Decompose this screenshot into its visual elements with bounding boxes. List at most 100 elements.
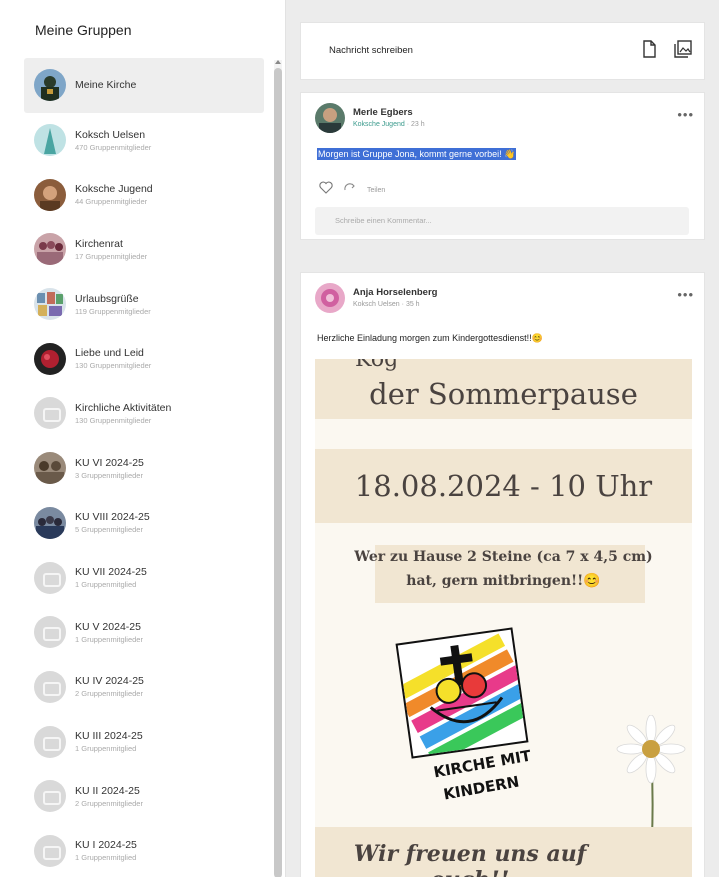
- group-avatar: [34, 178, 66, 211]
- post-author[interactable]: Merle Egbers: [353, 107, 413, 118]
- post-author[interactable]: Anja Horselenberg: [353, 287, 437, 298]
- compose-label[interactable]: Nachricht schreiben: [329, 45, 413, 56]
- group-name: Kirchenrat: [75, 237, 123, 250]
- group-name: Koksch Uelsen: [75, 128, 146, 141]
- poster-headline: der Sommerpause: [369, 377, 638, 411]
- group-item-ku-vii[interactable]: KU VII 2024-25 1 Gruppenmitglied: [24, 550, 264, 605]
- share-label[interactable]: Teilen: [367, 187, 385, 194]
- group-item-ku-vi[interactable]: KU VI 2024-25 3 Gruppenmitglieder: [24, 441, 264, 496]
- group-name: Meine Kirche: [75, 79, 137, 92]
- poster-top-text: Kog: [355, 359, 399, 372]
- scrollbar-thumb[interactable]: [274, 68, 282, 877]
- group-item-liebe-und-leid[interactable]: Liebe und Leid 130 Gruppenmitglieder: [24, 331, 264, 386]
- group-placeholder-icon: [34, 616, 66, 649]
- group-name: KU V 2024-25: [75, 620, 141, 633]
- group-avatar: [34, 69, 66, 102]
- compose-box[interactable]: Nachricht schreiben: [300, 22, 705, 80]
- group-members-count: 130 Gruppenmitglieder: [75, 361, 152, 371]
- post-card: Anja Horselenberg Koksch Uelsen · 35 h •…: [300, 272, 705, 877]
- group-members-count: 44 Gruppenmitglieder: [75, 197, 148, 207]
- group-avatar: [34, 452, 66, 485]
- group-placeholder-icon: [34, 561, 66, 594]
- group-item-ku-v[interactable]: KU V 2024-25 1 Gruppenmitglieder: [24, 605, 264, 660]
- poster-note-line2: hat, gern mitbringen!!😊: [406, 573, 601, 589]
- group-placeholder-icon: [34, 725, 66, 758]
- group-members-count: 119 Gruppenmitglieder: [75, 306, 151, 316]
- group-name: KU IV 2024-25: [75, 675, 144, 688]
- group-name: KU I 2024-25: [75, 839, 137, 852]
- group-item-urlaubsgruesse[interactable]: Urlaubsgrüße 119 Gruppenmitglieder: [24, 277, 264, 332]
- group-name: KU VIII 2024-25: [75, 511, 150, 524]
- comment-placeholder: Schreibe einen Kommentar...: [335, 216, 432, 225]
- group-placeholder-icon: [34, 834, 66, 867]
- post-text: Morgen ist Gruppe Jona, kommt gerne vorb…: [317, 148, 517, 160]
- group-name: KU VI 2024-25: [75, 456, 144, 469]
- group-members-count: 1 Gruppenmitglied: [75, 744, 137, 754]
- post-text: Herzliche Einladung morgen zum Kindergot…: [317, 333, 543, 343]
- post-meta: Koksche Jugend · 23 h: [353, 121, 425, 128]
- more-options-icon[interactable]: •••: [677, 287, 694, 302]
- group-item-kirchliche-aktivitaeten[interactable]: Kirchliche Aktivitäten 130 Gruppenmitglie…: [24, 386, 264, 441]
- share-icon[interactable]: [343, 181, 357, 199]
- heart-icon[interactable]: [319, 181, 333, 199]
- group-item-koksche-jugend[interactable]: Koksche Jugend 44 Gruppenmitglieder: [24, 167, 264, 222]
- scroll-up-arrow-icon[interactable]: [275, 60, 281, 64]
- group-members-count: 2 Gruppenmitglieder: [75, 798, 143, 808]
- group-name: KU III 2024-25: [75, 730, 143, 743]
- comment-input[interactable]: Schreibe einen Kommentar...: [315, 207, 689, 235]
- group-members-count: 1 Gruppenmitglieder: [75, 634, 143, 644]
- feed-panel: Nachricht schreiben Merle Egbers Koksche…: [286, 0, 719, 877]
- group-avatar: [34, 342, 66, 375]
- group-members-count: 130 Gruppenmitglieder: [75, 415, 152, 425]
- group-placeholder-icon: [34, 780, 66, 813]
- group-members-count: 470 Gruppenmitglieder: [75, 142, 152, 152]
- post-group-link[interactable]: Koksche Jugend: [353, 121, 405, 128]
- group-item-ku-viii[interactable]: KU VIII 2024-25 5 Gruppenmitglieder: [24, 496, 264, 551]
- poster-footer: Wir freuen uns auf euch!!: [353, 841, 587, 877]
- post-image[interactable]: Kog der Sommerpause 18.08.2024 - 10 Uhr …: [315, 359, 692, 877]
- group-name: Liebe und Leid: [75, 347, 144, 360]
- author-avatar[interactable]: [315, 283, 345, 313]
- group-name: Kirchliche Aktivitäten: [75, 401, 172, 414]
- group-item-ku-i[interactable]: KU I 2024-25 1 Gruppenmitglied: [24, 824, 264, 877]
- author-avatar[interactable]: [315, 103, 345, 133]
- group-list: Meine Kirche Koksch Uelsen 470 Gruppenmit…: [24, 58, 264, 877]
- post-actions: Teilen: [319, 181, 385, 199]
- group-name: KU VII 2024-25: [75, 566, 147, 579]
- group-item-koksch-uelsen[interactable]: Koksch Uelsen 470 Gruppenmitglieder: [24, 113, 264, 168]
- poster-note-line1: Wer zu Hause 2 Steine (ca 7 x 4,5 cm): [354, 549, 653, 565]
- group-item-ku-iv[interactable]: KU IV 2024-25 2 Gruppenmitglieder: [24, 660, 264, 715]
- group-avatar: [34, 124, 66, 157]
- group-item-ku-ii[interactable]: KU II 2024-25 2 Gruppenmitglieder: [24, 769, 264, 824]
- post-text-content: Morgen ist Gruppe Jona, kommt gerne vorb…: [317, 148, 517, 160]
- post-time: 23 h: [411, 121, 425, 128]
- kirche-mit-kindern-logo: [395, 627, 529, 759]
- group-members-count: 2 Gruppenmitglieder: [75, 689, 143, 699]
- group-members-count: 5 Gruppenmitglieder: [75, 525, 143, 535]
- group-members-count: 1 Gruppenmitglied: [75, 853, 137, 863]
- group-item-kirchenrat[interactable]: Kirchenrat 17 Gruppenmitglieder: [24, 222, 264, 277]
- group-item-meine-kirche[interactable]: Meine Kirche: [24, 58, 264, 113]
- group-item-ku-iii[interactable]: KU III 2024-25 1 Gruppenmitglied: [24, 714, 264, 769]
- poster-date: 18.08.2024 - 10 Uhr: [354, 469, 653, 503]
- group-name: Urlaubsgrüße: [75, 292, 139, 305]
- group-placeholder-icon: [34, 670, 66, 703]
- group-name: KU II 2024-25: [75, 784, 140, 797]
- groups-sidebar: Meine Gruppen Meine Kirche Koksch Uelsen…: [0, 0, 286, 877]
- more-options-icon[interactable]: •••: [677, 107, 694, 122]
- group-members-count: 3 Gruppenmitglieder: [75, 470, 143, 480]
- post-card: Merle Egbers Koksche Jugend · 23 h ••• M…: [300, 92, 705, 240]
- group-avatar: [34, 506, 66, 539]
- group-members-count: 1 Gruppenmitglied: [75, 580, 137, 590]
- group-placeholder-icon: [34, 397, 66, 430]
- image-gallery-icon[interactable]: [673, 39, 693, 59]
- sidebar-title: Meine Gruppen: [35, 22, 132, 38]
- group-name: Koksche Jugend: [75, 183, 153, 196]
- document-icon[interactable]: [639, 39, 659, 59]
- group-avatar: [34, 233, 66, 266]
- post-group-link[interactable]: Koksch Uelsen: [353, 301, 400, 308]
- post-time: 35 h: [405, 301, 420, 308]
- sidebar-scrollbar[interactable]: [274, 60, 282, 877]
- group-avatar: [34, 288, 66, 321]
- group-members-count: 17 Gruppenmitglieder: [75, 251, 148, 261]
